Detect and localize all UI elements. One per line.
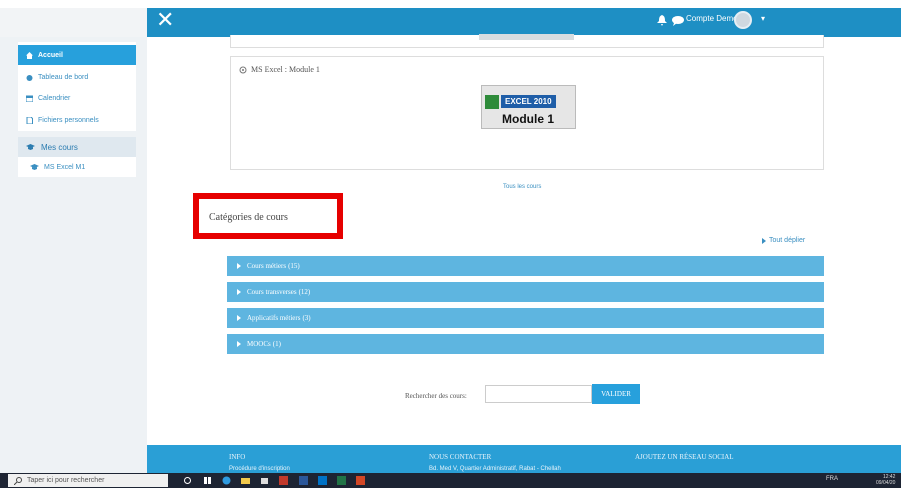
sidebar-item-course[interactable]: MS Excel M1 xyxy=(30,159,85,175)
course-title-row[interactable]: MS Excel : Module 1 xyxy=(239,65,320,74)
home-icon xyxy=(26,51,33,59)
category-row[interactable]: Cours transverses (12) xyxy=(227,282,824,302)
word-icon[interactable] xyxy=(299,476,308,485)
category-label: MOOCs xyxy=(247,340,271,348)
sidebar-nav: Accueil Tableau de bord Calendrier Fichi… xyxy=(18,42,136,131)
top-navbar: ✕ Compte Demo ▾ xyxy=(0,0,901,37)
dashboard-icon xyxy=(26,74,33,81)
category-count: (15) xyxy=(288,262,300,270)
excel-icon[interactable] xyxy=(337,476,346,485)
category-count: (12) xyxy=(298,288,311,296)
file-icon xyxy=(26,116,33,124)
footer-contact-title: NOUS CONTACTER xyxy=(429,453,492,461)
course-card: MS Excel : Module 1 EXCEL 2010 Module 1 xyxy=(230,56,824,170)
main-content: MS Excel : Module 1 EXCEL 2010 Module 1 … xyxy=(147,34,901,445)
category-label: Applicatifs métiers xyxy=(247,314,301,322)
my-courses-label: Mes cours xyxy=(41,142,78,152)
caret-right-icon xyxy=(237,341,241,347)
cortana-icon[interactable] xyxy=(183,476,192,485)
caret-right-icon xyxy=(762,237,766,244)
caret-right-icon xyxy=(237,263,241,269)
caret-right-icon xyxy=(237,289,241,295)
sidebar-item-label: Accueil xyxy=(38,51,63,59)
sidebar-footer-area xyxy=(0,445,147,473)
edge-icon[interactable] xyxy=(222,476,231,485)
category-row[interactable]: Cours métiers (15) xyxy=(227,256,824,276)
app-icon[interactable] xyxy=(279,476,288,485)
taskbar-clock[interactable]: 12:42 09/04/20 xyxy=(876,474,895,486)
windows-taskbar: Taper ici pour rechercher FRA 12:42 09/0… xyxy=(0,473,901,488)
close-icon[interactable]: ✕ xyxy=(156,10,174,32)
bell-icon[interactable] xyxy=(657,15,667,26)
previous-course-card xyxy=(230,34,824,48)
user-name[interactable]: Compte Demo xyxy=(686,14,738,23)
sidebar-item-label: Tableau de bord xyxy=(38,73,89,81)
footer-social-title: AJOUTEZ UN RÉSEAU SOCIAL xyxy=(635,453,734,461)
sidebar-item-label: Fichiers personnels xyxy=(38,116,99,124)
search-input[interactable] xyxy=(485,385,592,403)
taskbar-search[interactable]: Taper ici pour rechercher xyxy=(8,474,168,487)
navbar-left-area xyxy=(0,8,147,37)
avatar[interactable] xyxy=(734,11,752,29)
course-label: MS Excel M1 xyxy=(44,163,86,171)
course-image-text: Module 1 xyxy=(502,112,555,126)
chevron-down-icon[interactable]: ▾ xyxy=(761,14,765,23)
taskbar-search-placeholder: Taper ici pour rechercher xyxy=(27,477,105,484)
category-count: (1) xyxy=(272,340,281,348)
sidebar-item-dashboard[interactable]: Tableau de bord xyxy=(18,67,136,87)
footer-contact-address: Bd. Med V, Quartier Administratif, Rabat… xyxy=(429,466,561,472)
sidebar-item-files[interactable]: Fichiers personnels xyxy=(18,110,136,130)
clock-date: 09/04/20 xyxy=(876,480,896,486)
category-label: Cours transverses xyxy=(247,288,297,296)
footer-info-link[interactable]: Procédure d'inscription xyxy=(229,466,290,472)
my-courses-block: Mes cours MS Excel M1 xyxy=(18,137,136,177)
category-label: Cours métiers xyxy=(247,262,287,270)
course-image[interactable]: EXCEL 2010 Module 1 xyxy=(481,85,576,129)
my-courses-header[interactable]: Mes cours xyxy=(18,137,136,157)
graduation-cap-icon xyxy=(30,163,39,170)
sidebar-item-home[interactable]: Accueil xyxy=(18,45,136,65)
course-image[interactable] xyxy=(479,34,574,40)
calendar-icon xyxy=(26,95,33,102)
sidebar: Accueil Tableau de bord Calendrier Fichi… xyxy=(0,37,147,473)
sidebar-item-calendar[interactable]: Calendrier xyxy=(18,88,136,108)
expand-all-link[interactable]: Tout déplier xyxy=(762,237,805,244)
category-row[interactable]: Applicatifs métiers (3) xyxy=(227,308,824,328)
graduation-cap-icon xyxy=(26,143,35,150)
course-icon xyxy=(239,66,247,73)
course-image-badge: EXCEL 2010 xyxy=(501,95,556,108)
categories-highlight-box: Catégories de cours xyxy=(193,193,343,239)
validate-button[interactable]: VALIDER xyxy=(592,384,640,404)
expand-all-label: Tout déplier xyxy=(769,237,806,244)
caret-right-icon xyxy=(237,315,241,321)
all-courses-link[interactable]: Tous les cours xyxy=(503,184,541,190)
course-title: MS Excel : Module 1 xyxy=(251,65,320,74)
excel-logo-icon xyxy=(485,95,499,109)
search-icon xyxy=(14,476,22,485)
powerpoint-icon[interactable] xyxy=(356,476,365,485)
footer-info-title: INFO xyxy=(229,453,246,461)
categories-title: Catégories de cours xyxy=(209,212,288,223)
sidebar-item-label: Calendrier xyxy=(38,94,71,102)
task-view-icon[interactable] xyxy=(203,476,212,485)
category-count: (3) xyxy=(302,314,311,322)
footer: INFO Procédure d'inscription NOUS CONTAC… xyxy=(147,445,901,473)
navbar-blue-area xyxy=(147,8,901,37)
file-explorer-icon[interactable] xyxy=(241,476,250,485)
chat-icon[interactable] xyxy=(672,15,684,26)
outlook-icon[interactable] xyxy=(318,476,327,485)
system-tray-lang[interactable]: FRA xyxy=(826,476,838,482)
category-row[interactable]: MOOCs (1) xyxy=(227,334,824,354)
search-label: Rechercher des cours: xyxy=(405,392,467,400)
store-icon[interactable] xyxy=(260,476,269,485)
